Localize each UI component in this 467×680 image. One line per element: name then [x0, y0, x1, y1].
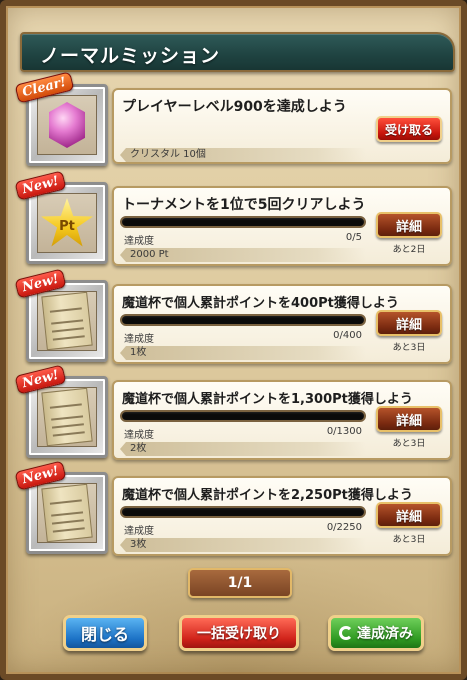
- completed-label: 達成済み: [357, 626, 413, 642]
- mission-window: ノーマルミッション Clear! プレイヤーレベル900を達成しよう クリスタル…: [0, 0, 467, 680]
- progress-label: 達成度: [124, 236, 154, 247]
- progress-value: 0/1300: [326, 426, 362, 437]
- mission-title: 魔道杯で個人累計ポイントを2,250Pt獲得しよう: [122, 488, 413, 503]
- mission-card: プレイヤーレベル900を達成しよう クリスタル 10個 受け取る: [112, 88, 452, 164]
- remaining-days: あと3日: [392, 535, 426, 545]
- progress-bar: [120, 410, 366, 422]
- mission-reward: 2枚: [120, 442, 366, 456]
- bulk-receive-button[interactable]: 一括受け取り: [179, 615, 299, 651]
- close-button[interactable]: 閉じる: [63, 615, 147, 651]
- mission-title: トーナメントを1位で5回クリアしよう: [122, 197, 366, 213]
- mission-card: 魔道杯で個人累計ポイントを2,250Pt獲得しよう 達成度 0/2250 3枚 …: [112, 476, 452, 556]
- scroll-icon: [41, 291, 93, 351]
- scroll-icon: [41, 387, 93, 447]
- page-title: ノーマルミッション: [40, 45, 221, 67]
- progress-bar: [120, 506, 366, 518]
- progress-value: 0/2250: [326, 522, 362, 533]
- crystal-gem-icon: [49, 102, 85, 148]
- mission-card: トーナメントを1位で5回クリアしよう 達成度 0/5 2000 Pt 詳細 あと…: [112, 186, 452, 266]
- progress-label: 達成度: [124, 430, 154, 441]
- progress-value: 0/5: [345, 232, 362, 243]
- progress-value: 0/400: [333, 330, 362, 341]
- detail-button[interactable]: 詳細: [376, 310, 442, 336]
- progress-label: 達成度: [124, 334, 154, 345]
- pt-star-icon: Pt: [41, 198, 93, 247]
- receive-button[interactable]: 受け取る: [376, 116, 442, 142]
- detail-button[interactable]: 詳細: [376, 502, 442, 528]
- progress-bar: [120, 216, 366, 228]
- mission-title: 魔道杯で個人累計ポイントを400Pt獲得しよう: [122, 296, 399, 311]
- mission-reward: 1枚: [120, 346, 366, 360]
- remaining-days: あと3日: [392, 343, 426, 353]
- mission-title: プレイヤーレベル900を達成しよう: [122, 99, 347, 115]
- progress-label: 達成度: [124, 526, 154, 537]
- mission-reward: 2000 Pt: [120, 248, 366, 262]
- detail-button[interactable]: 詳細: [376, 406, 442, 432]
- remaining-days: あと3日: [392, 439, 426, 449]
- detail-button[interactable]: 詳細: [376, 212, 442, 238]
- remaining-days: あと2日: [392, 245, 426, 255]
- pt-star-label: Pt: [59, 218, 75, 234]
- page-indicator[interactable]: 1/1: [188, 568, 292, 598]
- completed-missions-button[interactable]: 達成済み: [328, 615, 424, 651]
- mission-card: 魔道杯で個人累計ポイントを400Pt獲得しよう 達成度 0/400 1枚 詳細 …: [112, 284, 452, 364]
- refresh-icon: [339, 626, 353, 640]
- mission-reward: クリスタル 10個: [120, 148, 366, 162]
- mission-title: 魔道杯で個人累計ポイントを1,300Pt獲得しよう: [122, 392, 413, 407]
- window-header: ノーマルミッション: [20, 32, 455, 72]
- scroll-icon: [41, 483, 93, 543]
- mission-reward: 3枚: [120, 538, 366, 552]
- mission-card: 魔道杯で個人累計ポイントを1,300Pt獲得しよう 達成度 0/1300 2枚 …: [112, 380, 452, 460]
- progress-bar: [120, 314, 366, 326]
